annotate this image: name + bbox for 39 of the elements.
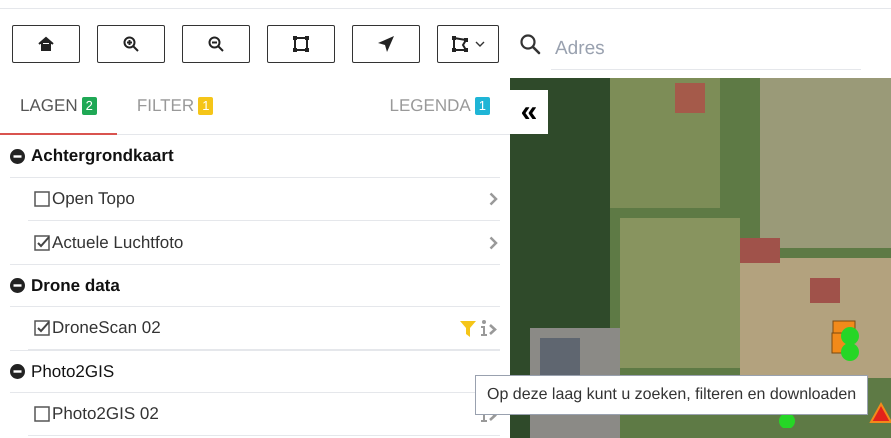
polygon-draw-icon [451,34,469,52]
chevron-right-icon[interactable] [489,192,498,206]
layer-checkbox[interactable] [34,406,50,422]
extent-button[interactable] [267,24,335,62]
layer-group-title[interactable]: Drone data [31,272,120,298]
layer-label[interactable]: Actuele Luchtfoto [52,230,184,256]
search-icon [519,32,541,54]
home-icon [37,34,55,52]
layer-group-title[interactable]: Photo2GIS [31,358,114,384]
zoom-in-button[interactable] [97,24,165,62]
layer-label[interactable]: DroneScan 02 [52,315,161,341]
count-badge: 1 [198,96,214,114]
collapse-minus-icon[interactable] [10,148,25,164]
layer-label[interactable]: Open Topo [52,186,135,212]
home-button[interactable] [12,24,80,62]
collapse-minus-icon[interactable] [10,364,25,379]
layer-group-title[interactable]: Achtergrondkaart [31,143,174,169]
layer-checkbox[interactable] [34,191,50,207]
layer-label[interactable]: Photo2GIS 02 [52,401,159,427]
chevron-right-icon[interactable] [489,236,498,250]
collapse-panel-button[interactable]: « [510,90,548,134]
tooltip: Op deze laag kunt u zoeken, filteren en downloaden [475,375,868,415]
count-badge: 2 [82,96,97,114]
layer-checkbox[interactable] [34,320,50,336]
caret-icon [475,40,485,46]
layer-checkbox[interactable] [34,234,50,250]
square-corners-icon [292,34,310,52]
filter-funnel-icon [460,320,476,336]
draw-dropdown-button[interactable] [437,24,499,62]
count-badge: 1 [474,96,490,114]
info-chevron-icon[interactable] [480,320,498,336]
zoom-out-button[interactable] [182,24,250,62]
locate-button[interactable] [352,24,420,62]
zoom-out-icon [207,34,225,52]
panel-tab[interactable]: LAGEN 2 [0,78,117,135]
collapse-minus-icon[interactable] [10,278,25,293]
address-search-field[interactable]: Adres [551,30,861,70]
location-arrow-icon [377,34,395,52]
zoom-in-icon [122,34,140,52]
